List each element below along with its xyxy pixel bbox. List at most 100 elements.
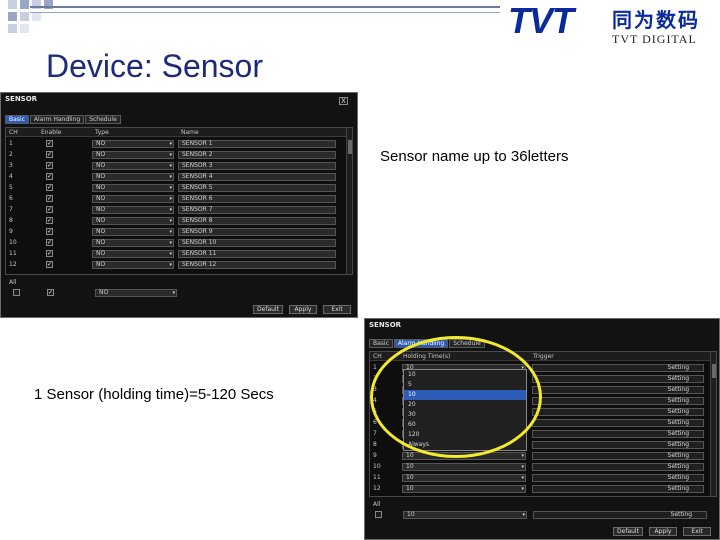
table-row: 10 10 ▾ Setting: [370, 461, 704, 472]
apply-button[interactable]: Apply: [289, 305, 317, 314]
highlight-ellipse: [370, 336, 542, 458]
exit-button[interactable]: Exit: [323, 305, 351, 314]
trigger-setting-button[interactable]: Setting: [532, 374, 704, 383]
close-icon[interactable]: X: [339, 97, 348, 105]
enable-checkbox[interactable]: ✓: [46, 184, 53, 191]
enable-checkbox[interactable]: ✓: [46, 261, 53, 268]
chevron-down-icon: ▾: [172, 290, 175, 296]
exit-button[interactable]: Exit: [683, 527, 711, 536]
type-select[interactable]: NO ▾: [92, 161, 174, 170]
sensor-name-input[interactable]: SENSOR 2: [178, 150, 336, 159]
type-select[interactable]: NO ▾: [92, 139, 174, 148]
trigger-setting-button[interactable]: Setting: [532, 385, 704, 394]
all-trigger-setting-button[interactable]: Setting: [533, 511, 707, 519]
all-label: All: [9, 279, 17, 286]
type-select[interactable]: NO ▾: [92, 172, 174, 181]
scrollbar-thumb[interactable]: [348, 140, 352, 154]
all-holding-select[interactable]: 10 ▾: [403, 511, 527, 519]
sensor-name-input[interactable]: SENSOR 11: [178, 249, 336, 258]
type-select[interactable]: NO ▾: [92, 205, 174, 214]
sensor-name-input[interactable]: SENSOR 12: [178, 260, 336, 269]
all-type-select[interactable]: NO ▾: [95, 289, 177, 297]
logo-chinese-text: 同为数码: [612, 8, 700, 32]
all-select-checkbox[interactable]: [375, 511, 382, 518]
chevron-down-icon: ▾: [169, 206, 172, 213]
holding-time-select[interactable]: 10 ▾: [402, 484, 526, 493]
header-rule: [30, 6, 500, 8]
sensor-name-value: SENSOR 10: [182, 238, 217, 246]
enable-checkbox[interactable]: ✓: [46, 162, 53, 169]
apply-button[interactable]: Apply: [649, 527, 677, 536]
enable-checkbox[interactable]: ✓: [46, 173, 53, 180]
tab-schedule[interactable]: Schedule: [85, 115, 121, 124]
type-select[interactable]: NO ▾: [92, 150, 174, 159]
trigger-setting-button[interactable]: Setting: [532, 473, 704, 482]
sensor-name-value: SENSOR 4: [182, 172, 213, 180]
enable-checkbox[interactable]: ✓: [46, 140, 53, 147]
enable-checkbox[interactable]: ✓: [46, 217, 53, 224]
trigger-setting-button[interactable]: Setting: [532, 462, 704, 471]
enable-checkbox[interactable]: ✓: [46, 239, 53, 246]
trigger-setting-button[interactable]: Setting: [532, 363, 704, 372]
sensor-name-input[interactable]: SENSOR 8: [178, 216, 336, 225]
chevron-down-icon: ▾: [169, 239, 172, 246]
type-select[interactable]: NO ▾: [92, 238, 174, 247]
enable-checkbox[interactable]: ✓: [46, 151, 53, 158]
holding-time-value: 10: [406, 462, 414, 470]
all-select-checkbox[interactable]: [13, 289, 20, 296]
sensor-name-input[interactable]: SENSOR 10: [178, 238, 336, 247]
type-select[interactable]: NO ▾: [92, 227, 174, 236]
trigger-setting-button[interactable]: Setting: [532, 418, 704, 427]
sensor-name-value: SENSOR 1: [182, 139, 213, 147]
type-select[interactable]: NO ▾: [92, 194, 174, 203]
trigger-setting-button[interactable]: Setting: [532, 451, 704, 460]
chevron-down-icon: ▾: [521, 485, 524, 492]
trigger-setting-button[interactable]: Setting: [532, 484, 704, 493]
row-ch: 6: [9, 195, 13, 202]
sensor-name-input[interactable]: SENSOR 6: [178, 194, 336, 203]
table-row: 5 ✓ NO ▾ SENSOR 5: [6, 182, 336, 193]
note-holding-time: 1 Sensor (holding time)=5-120 Secs: [34, 386, 274, 403]
row-ch: 5: [9, 184, 13, 191]
sensor-name-value: SENSOR 5: [182, 183, 213, 191]
table-scrollbar[interactable]: [346, 128, 352, 274]
tab-basic[interactable]: Basic: [5, 115, 29, 124]
type-value: NO: [96, 249, 106, 257]
enable-checkbox[interactable]: ✓: [46, 250, 53, 257]
enable-checkbox[interactable]: ✓: [46, 195, 53, 202]
default-button[interactable]: Default: [253, 305, 283, 314]
tab-basic[interactable]: Basic: [369, 339, 393, 348]
enable-checkbox[interactable]: ✓: [46, 228, 53, 235]
type-select[interactable]: NO ▾: [92, 260, 174, 269]
scrollbar-thumb[interactable]: [712, 364, 716, 378]
sensor-name-input[interactable]: SENSOR 7: [178, 205, 336, 214]
row-ch: 12: [9, 261, 17, 268]
enable-checkbox[interactable]: ✓: [46, 206, 53, 213]
chevron-down-icon: ▾: [169, 184, 172, 191]
trigger-setting-button[interactable]: Setting: [532, 440, 704, 449]
col-ch: CH: [9, 129, 18, 136]
all-enable-checkbox[interactable]: ✓: [47, 289, 54, 296]
tab-alarm-handling[interactable]: Alarm Handling: [29, 115, 85, 124]
sensor-name-value: SENSOR 3: [182, 161, 213, 169]
dialog-title: SENSOR: [369, 321, 402, 329]
sensor-name-input[interactable]: SENSOR 5: [178, 183, 336, 192]
dialog-title: SENSOR: [5, 95, 38, 103]
table-row: 12 ✓ NO ▾ SENSOR 12: [6, 259, 336, 270]
table-scrollbar[interactable]: [710, 352, 716, 496]
holding-time-select[interactable]: 10 ▾: [402, 473, 526, 482]
sensor-name-input[interactable]: SENSOR 1: [178, 139, 336, 148]
type-select[interactable]: NO ▾: [92, 216, 174, 225]
type-select[interactable]: NO ▾: [92, 183, 174, 192]
sensor-name-input[interactable]: SENSOR 4: [178, 172, 336, 181]
type-value: NO: [96, 183, 106, 191]
sensor-name-value: SENSOR 11: [182, 249, 217, 257]
trigger-setting-button[interactable]: Setting: [532, 429, 704, 438]
holding-time-select[interactable]: 10 ▾: [402, 462, 526, 471]
sensor-name-input[interactable]: SENSOR 3: [178, 161, 336, 170]
trigger-setting-button[interactable]: Setting: [532, 396, 704, 405]
sensor-name-input[interactable]: SENSOR 9: [178, 227, 336, 236]
default-button[interactable]: Default: [613, 527, 643, 536]
trigger-setting-button[interactable]: Setting: [532, 407, 704, 416]
type-select[interactable]: NO ▾: [92, 249, 174, 258]
